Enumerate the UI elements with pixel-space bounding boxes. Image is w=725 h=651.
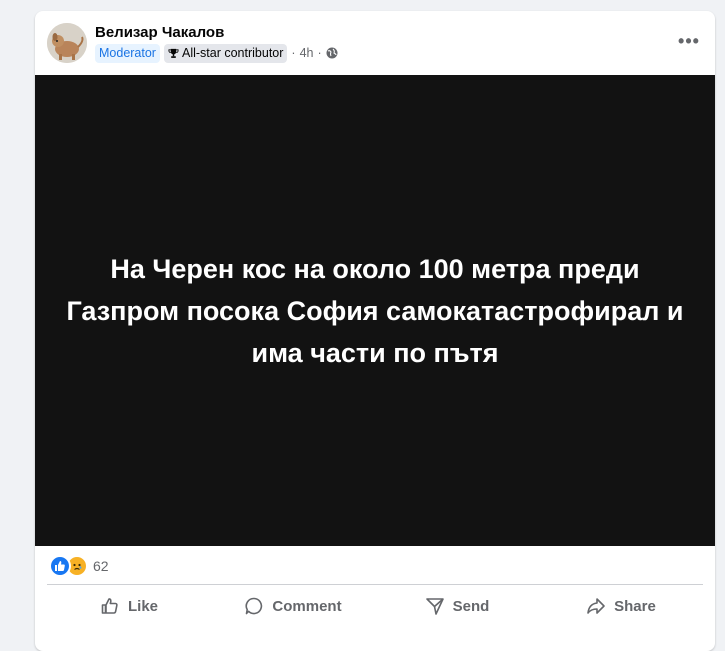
post-header: Велизар Чакалов Moderator All-star contr… (35, 11, 715, 75)
moderator-badge[interactable]: Moderator (95, 43, 160, 63)
like-button-label: Like (127, 597, 158, 615)
globe-icon[interactable] (326, 47, 338, 59)
meta-separator: · (291, 46, 296, 60)
trophy-icon (168, 48, 179, 58)
thumbs-up-icon (101, 598, 118, 614)
divider (47, 584, 703, 585)
share-icon (587, 598, 605, 614)
reactions-summary[interactable]: 62 (49, 554, 109, 578)
author-name[interactable]: Велизар Чакалов (95, 24, 224, 41)
contributor-badge-label: All-star contributor (181, 45, 284, 60)
post-card: Велизар Чакалов Moderator All-star contr… (35, 11, 715, 651)
post-meta: Moderator All-star contributor · 4h · (95, 43, 338, 63)
more-options-button[interactable]: ••• (675, 31, 703, 51)
comment-icon (245, 597, 263, 615)
send-icon (425, 598, 444, 615)
post-image-text: На Черен кос на около 100 метра преди Га… (66, 253, 684, 368)
like-button[interactable]: Like (47, 588, 211, 624)
share-button-label: Share (614, 597, 656, 615)
comment-button[interactable]: Comment (211, 588, 375, 624)
author-avatar[interactable] (47, 23, 87, 63)
action-bar: Like Comment Send Share (47, 588, 703, 624)
avatar-dog-picture (47, 23, 87, 63)
share-button[interactable]: Share (539, 588, 703, 624)
like-reaction-icon (49, 555, 71, 577)
post-image[interactable]: На Черен кос на около 100 метра преди Га… (35, 75, 715, 546)
send-button-label: Send (452, 597, 490, 615)
send-button[interactable]: Send (375, 588, 539, 624)
reaction-count: 62 (93, 558, 109, 574)
meta-separator-2: · (317, 46, 322, 60)
comment-button-label: Comment (272, 597, 342, 615)
contributor-badge[interactable]: All-star contributor (163, 43, 288, 63)
post-time[interactable]: 4h (300, 46, 314, 60)
